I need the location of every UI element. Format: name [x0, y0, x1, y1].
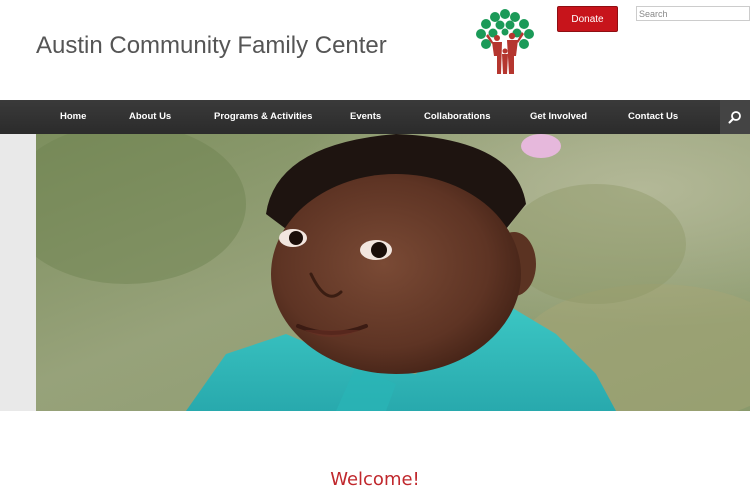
nav-item-programs-activities[interactable]: Programs & Activities: [214, 100, 312, 134]
hero-image: [36, 134, 750, 411]
donate-button[interactable]: Donate: [557, 6, 618, 32]
welcome-heading: Welcome!: [330, 469, 420, 490]
site-header: Austin Community Family Center Donate Se…: [0, 0, 750, 100]
page: Austin Community Family Center Donate Se…: [0, 0, 750, 500]
tree-family-logo-icon[interactable]: [470, 6, 540, 76]
nav-item-contact-us[interactable]: Contact Us: [628, 100, 678, 134]
nav-item-home[interactable]: Home: [60, 100, 86, 134]
hero-left-strip: [0, 134, 36, 411]
nav-item-about-us[interactable]: About Us: [129, 100, 171, 134]
nav-item-get-involved[interactable]: Get Involved: [530, 100, 587, 134]
logo-graphic: [476, 9, 534, 74]
main-nav: Home About Us Programs & Activities Even…: [0, 100, 750, 134]
nav-search-button[interactable]: [720, 100, 750, 134]
site-title[interactable]: Austin Community Family Center: [36, 32, 387, 60]
nav-item-collaborations[interactable]: Collaborations: [424, 100, 491, 134]
main-content: Welcome!: [0, 411, 750, 500]
nav-item-events[interactable]: Events: [350, 100, 381, 134]
search-icon: [728, 111, 741, 124]
search-input[interactable]: [636, 6, 750, 21]
smiling-child-photo: [36, 134, 750, 411]
